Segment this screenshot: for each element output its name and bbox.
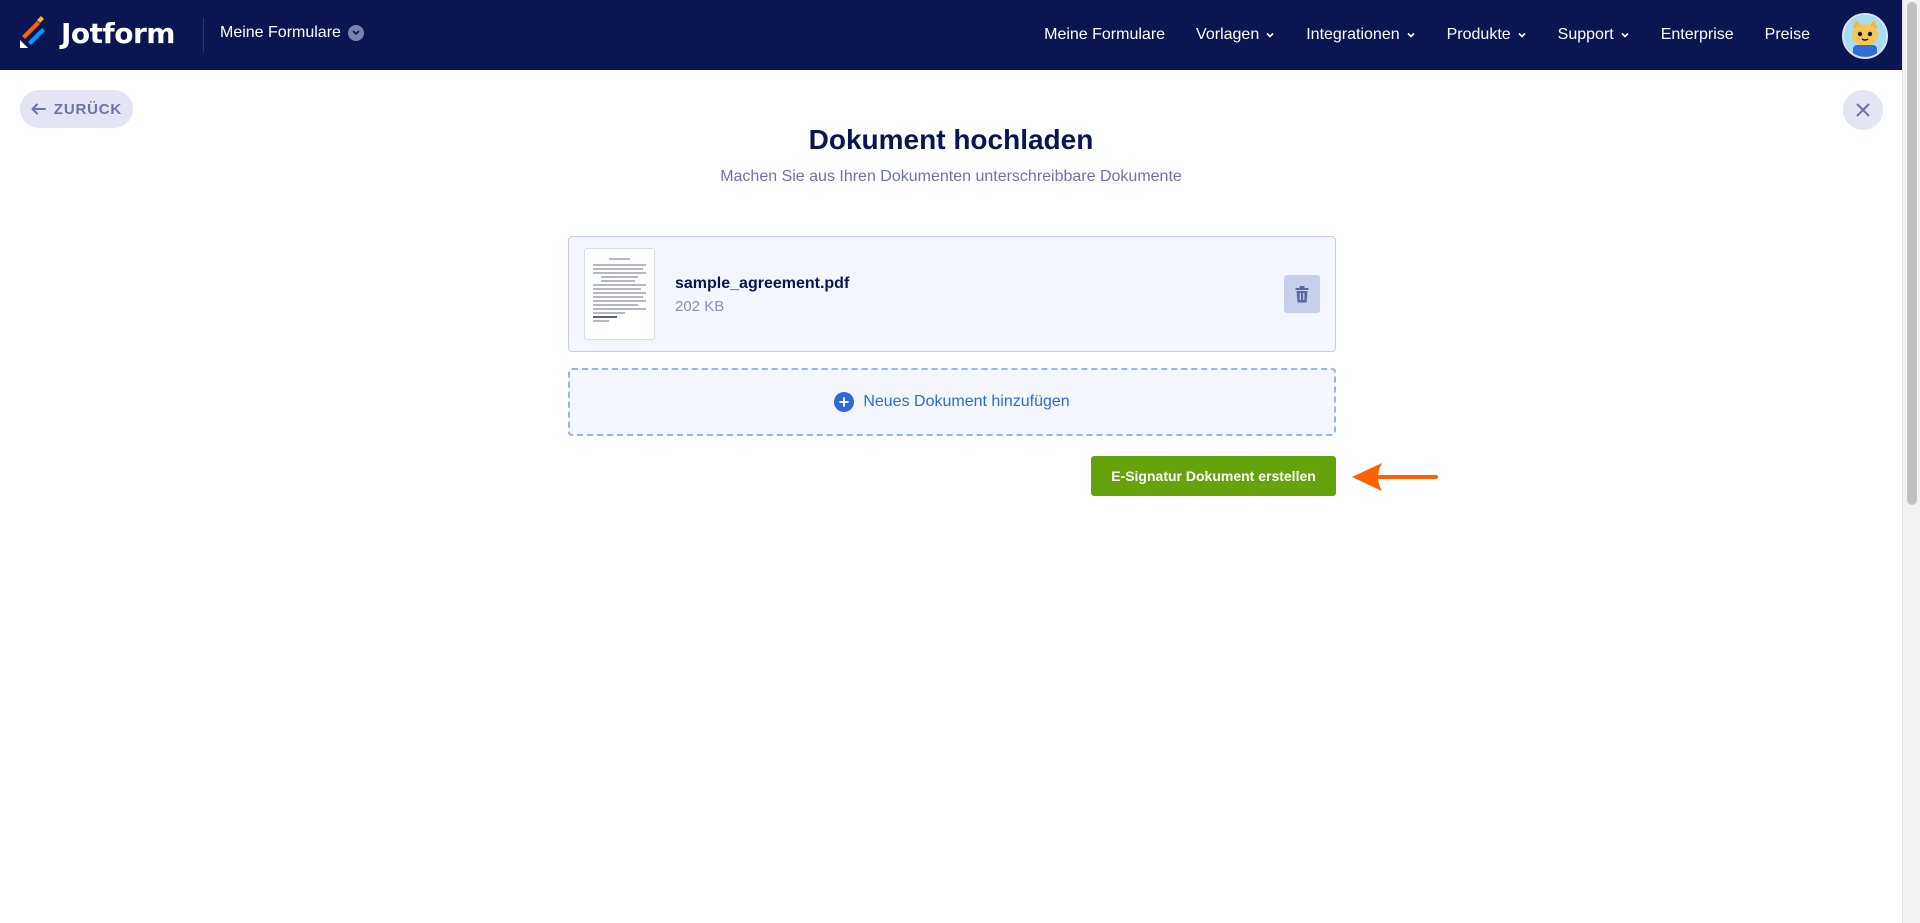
arrow-left-annotation-icon [1352, 463, 1438, 491]
nav-link-label: Enterprise [1660, 26, 1734, 43]
nav-link-label: Preise [1764, 26, 1810, 43]
create-esignature-document-button[interactable]: E-Signatur Dokument erstellen [1091, 456, 1336, 496]
add-document-button[interactable]: Neues Dokument hinzufügen [568, 368, 1336, 436]
cat-avatar-icon [1844, 15, 1886, 57]
delete-file-button[interactable] [1284, 275, 1320, 313]
nav-link-preise[interactable]: Preise [1765, 26, 1810, 44]
close-icon [1856, 103, 1870, 117]
nav-link-vorlagen[interactable]: Vorlagen [1196, 26, 1275, 44]
nav-divider [203, 18, 204, 52]
jotform-logo-icon [20, 16, 45, 48]
back-button-label: ZURÜCK [53, 100, 123, 118]
user-avatar[interactable] [1842, 13, 1888, 59]
chevron-down-icon [1407, 32, 1415, 38]
jotform-logo[interactable]: Jotform [18, 16, 175, 50]
scrollbar-thumb[interactable] [1907, 2, 1917, 505]
nav-link-label: Vorlagen [1196, 26, 1260, 43]
back-button[interactable]: ZURÜCK [20, 90, 133, 128]
nav-link-label: Produkte [1446, 26, 1511, 43]
arrow-left-icon [31, 103, 46, 115]
chevron-down-icon [1266, 32, 1274, 38]
nav-link-integrationen[interactable]: Integrationen [1306, 26, 1415, 44]
nav-link-meine-formulare[interactable]: Meine Formulare [1044, 26, 1165, 44]
nav-links: Meine Formulare Vorlagen Integrationen P… [1013, 0, 1810, 70]
nav-link-label: Support [1557, 26, 1614, 43]
nav-link-produkte[interactable]: Produkte [1447, 26, 1527, 44]
page-title: Dokument hochladen [808, 124, 1094, 155]
file-name: sample_agreement.pdf [675, 275, 850, 292]
nav-link-label: Meine Formulare [1044, 26, 1166, 43]
file-size: 202 KB [675, 298, 725, 315]
plus-circle-icon [834, 392, 855, 412]
nav-link-label: Integrationen [1306, 26, 1400, 43]
chevron-down-icon [347, 25, 364, 41]
chevron-down-icon [1518, 32, 1526, 38]
page-scrollbar[interactable] [1902, 0, 1920, 923]
document-thumbnail [584, 248, 655, 340]
my-forms-dropdown[interactable]: Meine Formulare [220, 24, 364, 42]
my-forms-label: Meine Formulare [220, 24, 341, 41]
uploaded-file-card: sample_agreement.pdf 202 KB [568, 236, 1336, 352]
add-document-label: Neues Dokument hinzufügen [863, 393, 1070, 410]
nav-link-enterprise[interactable]: Enterprise [1661, 26, 1734, 44]
page-subtitle: Machen Sie aus Ihren Dokumenten untersch… [720, 168, 1182, 185]
nav-link-support[interactable]: Support [1558, 26, 1630, 44]
brand-name: Jotform [61, 16, 175, 50]
chevron-down-icon [1621, 32, 1629, 38]
top-navbar: Jotform Meine Formulare Meine Formulare … [0, 0, 1902, 70]
trash-icon [1295, 285, 1309, 302]
